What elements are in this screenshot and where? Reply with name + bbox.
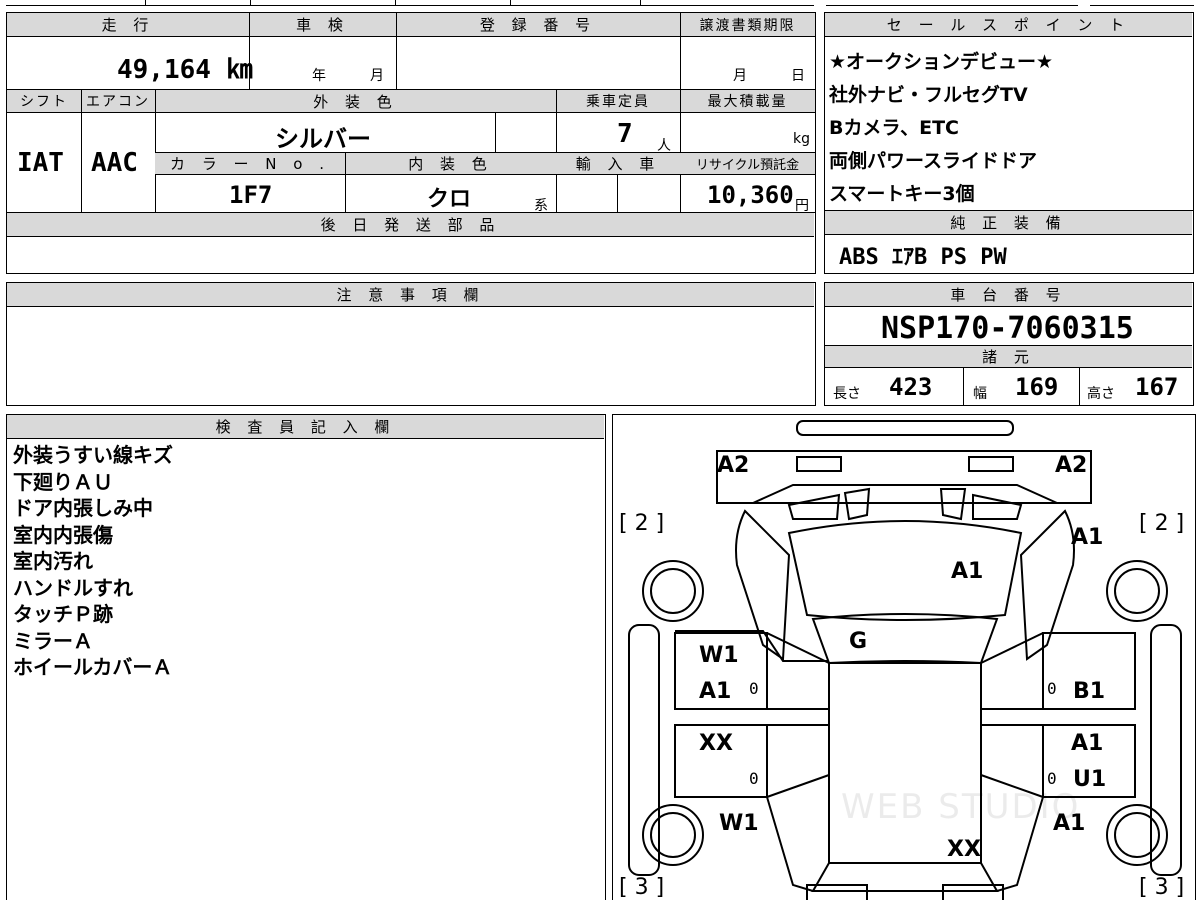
length-label: 長さ <box>833 386 861 402</box>
zero-mark: 0 <box>749 679 759 698</box>
width-value: 169 <box>1015 373 1059 401</box>
capacity-header: 乗車定員 <box>556 90 680 113</box>
color-no-header: カ ラ ー N o . <box>155 153 345 175</box>
chassis-number: NSP170-7060315 <box>881 311 1134 346</box>
vehicle-info-table: 走 行 車 検 登 録 番 号 譲渡書類期限 49,164 ㎞ 年 月 月 日 … <box>6 12 816 214</box>
tire-front-left: [ 2 ] <box>619 511 665 536</box>
chassis-header: 車 台 番 号 <box>825 283 1192 307</box>
inspector-notes-box: 検 査 員 記 入 欄 外装うすい線キズ 下廻りＡＵ ドア内張しみ中 室内内張傷… <box>6 414 606 900</box>
mark-right-front-door: B1 <box>1073 679 1106 704</box>
height-value: 167 <box>1135 373 1179 401</box>
registration-header: 登 録 番 号 <box>396 13 680 37</box>
recycle-header: リサイクル預託金 <box>680 153 815 175</box>
inspector-note: 下廻りＡＵ <box>13 469 113 494</box>
inspector-note: ドア内張しみ中 <box>13 496 153 520</box>
sales-point-2: 社外ナビ・フルセグTV <box>829 84 1028 106</box>
import-header: 輸 入 車 <box>556 153 680 175</box>
zero-mark: 0 <box>749 769 759 788</box>
standard-equipment-header: 純 正 装 備 <box>825 211 1192 235</box>
mileage-value: 49,164 ㎞ <box>117 55 253 85</box>
color-no-value: 1F7 <box>229 181 273 209</box>
sales-point-5: スマートキー3個 <box>829 183 975 205</box>
mileage-header: 走 行 <box>7 13 249 37</box>
standard-equipment-value: ABS ｴｱB PS PW <box>839 245 1007 270</box>
shift-value: IAT <box>17 148 64 178</box>
mark-front-left-corner: A2 <box>717 453 750 478</box>
recycle-value: 10,360 <box>707 181 794 209</box>
inspector-note: 室内汚れ <box>13 549 93 573</box>
mark-right-rear-door-top: A1 <box>1071 731 1104 756</box>
transfer-deadline-header: 譲渡書類期限 <box>680 13 815 37</box>
later-parts-header: 後 日 発 送 部 品 <box>7 213 814 237</box>
zero-mark: 0 <box>1047 769 1057 788</box>
inspector-note: タッチＰ跡 <box>13 602 113 626</box>
inspection-header: 車 検 <box>249 13 396 37</box>
mark-left-front-door: A1 <box>699 679 732 704</box>
sales-point-1: ★オークションデビュー★ <box>829 51 1054 73</box>
exterior-color-value: シルバー <box>275 125 371 153</box>
width-label: 幅 <box>973 386 987 402</box>
mark-hood: A1 <box>951 559 984 584</box>
tire-rear-right: [ 3 ] <box>1139 875 1185 900</box>
height-label: 高さ <box>1087 386 1115 402</box>
zero-mark: 0 <box>1047 679 1057 698</box>
mark-left-rear-quarter: W1 <box>719 811 759 836</box>
inspector-notes-header: 検 査 員 記 入 欄 <box>7 415 604 439</box>
inspector-note: 外装うすい線キズ <box>13 443 173 467</box>
shift-header: シフト <box>7 90 81 113</box>
transfer-day: 日 <box>791 68 805 84</box>
ac-header: エアコン <box>81 90 155 113</box>
interior-color-header: 内 装 色 <box>345 153 556 175</box>
mark-roof-rear: XX <box>947 837 981 862</box>
inspector-note: ハンドルすれ <box>13 575 133 600</box>
mark-front-right-corner: A2 <box>1055 453 1088 478</box>
car-diagram-box: A2 A2 [ 2 ] [ 2 ] A1 A1 G W1 A1 0 0 B1 X… <box>612 414 1196 900</box>
spec-header: 諸 元 <box>825 346 1192 368</box>
interior-color-value: クロ <box>427 187 472 212</box>
max-load-unit: kg <box>793 131 810 147</box>
caution-header: 注 意 事 項 欄 <box>7 283 814 307</box>
exterior-color-header: 外 装 色 <box>155 90 556 113</box>
transfer-month: 月 <box>733 68 747 84</box>
tire-front-right: [ 2 ] <box>1139 511 1185 536</box>
mark-windshield: G <box>849 629 868 654</box>
inspection-year: 年 <box>312 68 326 84</box>
inspector-note: ホイールカバーＡ <box>13 655 173 679</box>
caution-box: 注 意 事 項 欄 <box>6 282 816 406</box>
max-load-header: 最大積載量 <box>680 90 815 113</box>
chassis-box: 車 台 番 号 NSP170-7060315 諸 元 長さ 423 幅 169 … <box>824 282 1194 406</box>
sales-point-4: 両側パワースライドドア <box>829 150 1038 172</box>
mark-left-rear-door: XX <box>699 731 733 756</box>
length-value: 423 <box>889 373 933 401</box>
inspector-note: 室内内張傷 <box>13 522 113 547</box>
standard-equipment-box: 純 正 装 備 ABS ｴｱB PS PW <box>824 210 1194 274</box>
tire-rear-left: [ 3 ] <box>619 875 665 900</box>
inspection-month: 月 <box>370 68 384 84</box>
watermark: WEB STUDIO <box>841 787 1081 827</box>
later-parts-box: 後 日 発 送 部 品 <box>6 212 816 274</box>
capacity-value: 7 <box>617 119 633 149</box>
inspector-notes-list: 外装うすい線キズ 下廻りＡＵ ドア内張しみ中 室内内張傷 室内汚れ ハンドルすれ… <box>13 442 173 681</box>
inspector-note: ミラーＡ <box>13 628 93 653</box>
sales-points-header: セ ー ル ス ポ イ ン ト <box>825 13 1192 37</box>
sales-points-box: セ ー ル ス ポ イ ン ト ★オークションデビュー★ 社外ナビ・フルセグTV… <box>824 12 1194 212</box>
sales-point-3: Bカメラ、ETC <box>829 117 959 139</box>
top-strip <box>0 0 1200 8</box>
mark-left-front-door-top: W1 <box>699 643 739 668</box>
mark-front-right-fender: A1 <box>1071 525 1104 550</box>
ac-value: AAC <box>91 148 138 178</box>
